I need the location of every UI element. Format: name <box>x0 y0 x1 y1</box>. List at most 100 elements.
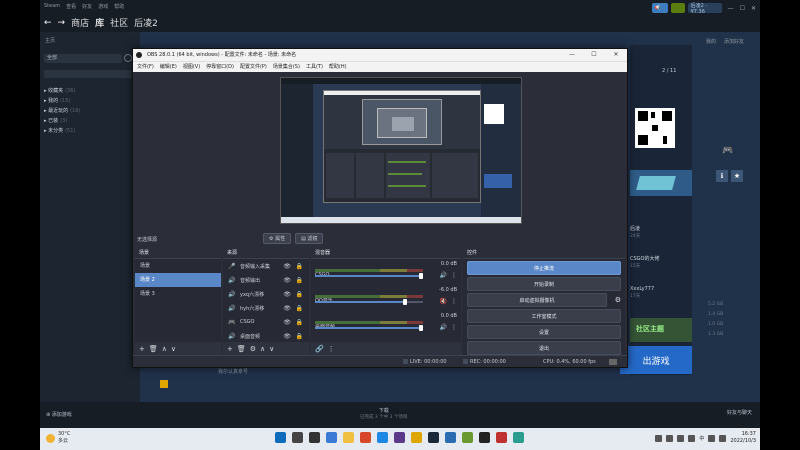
category-item[interactable]: ▸ 收藏夹 (36) <box>44 86 80 96</box>
minimize-icon[interactable]: — <box>728 5 734 12</box>
start-virtual-camera-button[interactable]: 启动虚拟摄像机 <box>467 293 607 307</box>
category-item[interactable]: ▸ 未分类 (51) <box>44 126 80 136</box>
chrome-icon[interactable] <box>360 432 371 443</box>
source-item[interactable]: 🎤 音频输入采集 👁 🔒 <box>223 259 309 273</box>
tag-add-friend[interactable]: 添加好友 <box>724 38 744 45</box>
menu-docks[interactable]: 停靠窗口(D) <box>206 62 234 72</box>
task-view-icon[interactable] <box>309 432 320 443</box>
file-explorer-icon[interactable] <box>343 432 354 443</box>
lock-icon[interactable]: 🔒 <box>296 291 303 298</box>
library-filter-select[interactable]: 全部 <box>44 54 122 63</box>
start-icon[interactable] <box>275 432 286 443</box>
tag-mine[interactable]: 我的 <box>706 38 716 45</box>
stop-streaming-button[interactable]: 停止推流 <box>467 261 621 275</box>
app-icon[interactable] <box>496 432 507 443</box>
download-status[interactable]: 下载 已完成 3 个中 3 个项目 <box>360 407 407 420</box>
volume-knob[interactable] <box>419 273 423 279</box>
menu-tools[interactable]: 工具(T) <box>306 62 323 72</box>
widgets-icon[interactable] <box>326 432 337 443</box>
eye-icon[interactable]: 👁 <box>283 333 291 340</box>
source-item[interactable]: 🔊 桌面音频 👁 🔒 <box>223 329 309 343</box>
virtual-camera-settings-icon[interactable]: ⚙ <box>615 296 621 304</box>
clock-icon[interactable] <box>124 54 132 62</box>
steam-menu-item[interactable]: 查看 <box>66 3 76 10</box>
weather-widget[interactable]: 30°C 多云 <box>46 431 70 445</box>
maximize-icon[interactable]: ☐ <box>740 5 745 12</box>
tray-icon[interactable] <box>688 434 696 442</box>
settings-button[interactable]: 设置 <box>467 325 621 339</box>
speaker-icon[interactable]: 🔊 <box>440 324 447 331</box>
trash-icon[interactable]: 🗑 <box>237 345 246 353</box>
speaker-icon[interactable]: 🔊 <box>440 272 447 279</box>
maximize-icon[interactable]: ☐ <box>583 49 605 61</box>
menu-view[interactable]: 视图(V) <box>183 62 200 72</box>
trash-icon[interactable]: 🗑 <box>149 345 158 353</box>
volume-slider[interactable] <box>315 327 423 329</box>
friends-chat-button[interactable]: 好友与聊天 <box>727 409 752 416</box>
announce-icon[interactable]: 📢 <box>651 3 668 13</box>
library-search-input[interactable] <box>44 70 136 78</box>
menu-scene-collection[interactable]: 场景集合(S) <box>273 62 300 72</box>
eye-icon[interactable]: 👁 <box>283 263 291 270</box>
app-icon[interactable] <box>513 432 524 443</box>
play-banner[interactable]: 出游戏 <box>620 346 692 374</box>
minimize-icon[interactable]: — <box>561 49 583 61</box>
category-item[interactable]: ▸ 已装 (3) <box>44 116 80 126</box>
eye-icon[interactable]: 👁 <box>283 277 291 284</box>
menu-help[interactable]: 帮助(H) <box>329 62 347 72</box>
close-icon[interactable]: ✕ <box>751 5 756 12</box>
store-banner[interactable] <box>630 170 692 196</box>
exit-button[interactable]: 退出 <box>467 341 621 355</box>
source-item[interactable]: 🔊 hyh六漂移 👁 🔒 <box>223 301 309 315</box>
preview-canvas[interactable] <box>280 77 522 224</box>
scene-item[interactable]: 场景 3 <box>135 287 221 301</box>
friend-name[interactable]: CSGO的大佬 <box>630 255 659 263</box>
lock-icon[interactable]: 🔒 <box>296 305 303 312</box>
volume-icon[interactable] <box>719 434 727 442</box>
category-item[interactable]: ▸ 最近玩的 (16) <box>44 106 80 116</box>
nav-community[interactable]: 社区 <box>110 16 128 29</box>
app-icon[interactable] <box>445 432 456 443</box>
gear-icon[interactable]: ⚙ <box>250 345 256 353</box>
properties-button[interactable]: ⚙ 属性 <box>263 233 292 244</box>
menu-profile[interactable]: 配置文件(P) <box>240 62 267 72</box>
filters-button[interactable]: ▤ 滤镜 <box>295 233 324 244</box>
notification-icon[interactable] <box>670 3 685 13</box>
back-arrow-icon[interactable]: ← <box>44 18 52 28</box>
app-icon[interactable] <box>394 432 405 443</box>
clock[interactable]: 16:37 2022/10/3 <box>730 431 756 445</box>
volume-knob[interactable] <box>419 325 423 331</box>
edge-icon[interactable] <box>377 432 388 443</box>
volume-knob[interactable] <box>402 299 407 305</box>
csgo-icon[interactable] <box>411 432 422 443</box>
info-icon[interactable]: ℹ <box>716 170 728 182</box>
volume-slider[interactable] <box>315 301 423 303</box>
eye-icon[interactable]: 👁 <box>283 319 291 326</box>
source-item[interactable]: 🎮 CSGO 👁 🔒 <box>223 315 309 329</box>
user-menu[interactable]: 后凌2 · ¥7.36 <box>687 3 722 15</box>
link-icon[interactable]: 🔗 <box>315 345 324 353</box>
menu-file[interactable]: 文件(F) <box>137 62 154 72</box>
muted-speaker-icon[interactable]: 🔇 <box>440 298 447 305</box>
obs-titlebar[interactable]: OBS 28.0.1 (64 bit, windows) - 配置文件: 未命名… <box>133 49 627 61</box>
move-up-icon[interactable]: ∧ <box>162 345 167 353</box>
tray-icon[interactable] <box>677 434 685 442</box>
volume-slider[interactable] <box>315 275 423 277</box>
add-icon[interactable]: + <box>139 345 145 353</box>
lock-icon[interactable]: 🔒 <box>296 333 303 340</box>
nav-store[interactable]: 商店 <box>71 16 89 29</box>
obs-icon[interactable] <box>479 432 490 443</box>
friend-name[interactable]: 后凌 <box>630 225 659 233</box>
more-icon[interactable]: ⋮ <box>451 298 457 305</box>
wifi-icon[interactable] <box>708 434 716 442</box>
gamepad-icon[interactable]: 🎮 <box>722 146 733 156</box>
tray-icon[interactable] <box>655 434 663 442</box>
app-icon[interactable] <box>462 432 473 443</box>
game-tile[interactable]: 社区主题 <box>630 318 692 342</box>
steam-menu-item[interactable]: 好友 <box>82 3 92 10</box>
eye-icon[interactable]: 👁 <box>283 305 291 312</box>
add-game-button[interactable]: ⊕ 添加游戏 <box>46 411 72 418</box>
source-item[interactable]: 🔊 yxq六漂移 👁 🔒 <box>223 287 309 301</box>
library-home[interactable]: 主页 <box>45 37 55 44</box>
input-language[interactable]: 中 <box>699 435 704 442</box>
